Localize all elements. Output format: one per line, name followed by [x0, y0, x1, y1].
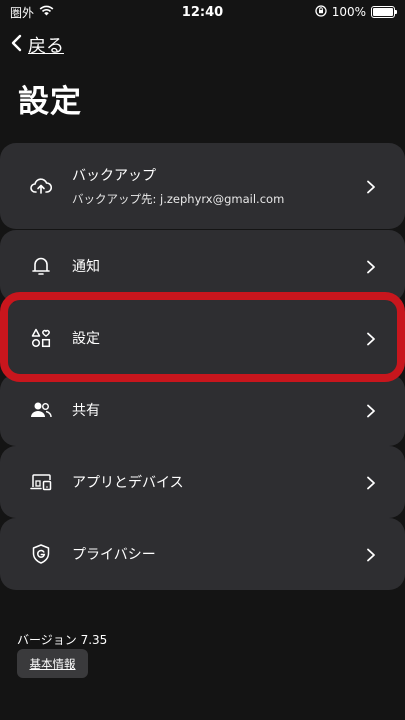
orientation-lock-icon [315, 4, 327, 20]
wifi-icon [39, 5, 54, 19]
cloud-upload-icon [30, 175, 52, 197]
version-label: バージョン 7.35 [17, 633, 108, 647]
chevron-right-icon [365, 259, 377, 274]
back-label: 戻る [28, 36, 64, 57]
page-title: 設定 [18, 84, 82, 120]
menu-item-settings[interactable]: 設定 [0, 302, 405, 374]
chevron-right-icon [365, 547, 377, 562]
devices-icon [30, 471, 52, 493]
back-button[interactable]: 戻る [10, 32, 64, 58]
menu-item-notifications[interactable]: 通知 [0, 230, 405, 302]
status-left: 圏外 [10, 4, 54, 21]
menu-item-backup[interactable]: バックアップ バックアップ先: j.zephyrx@gmail.com [0, 143, 405, 229]
menu-item-label: 通知 [72, 259, 100, 275]
carrier-label: 圏外 [10, 5, 35, 20]
shapes-icon [30, 327, 52, 349]
menu-item-label: プライバシー [72, 547, 156, 563]
status-bar: 圏外 12:40 100% [0, 0, 405, 24]
info-button[interactable]: 基本情報 [17, 649, 88, 678]
chevron-right-icon [365, 403, 377, 418]
status-right: 100% [315, 4, 397, 20]
menu-item-apps-devices[interactable]: アプリとデバイス [0, 446, 405, 518]
battery-icon [371, 6, 397, 18]
chevron-right-icon [365, 179, 377, 194]
battery-fill [373, 8, 393, 16]
shield-g-icon [30, 543, 52, 565]
bell-icon [30, 255, 52, 277]
chevron-left-icon [10, 34, 22, 57]
menu-item-label: アプリとデバイス [72, 475, 184, 491]
chevron-right-icon [365, 475, 377, 490]
menu-item-label: 共有 [72, 403, 100, 419]
menu-item-sharing[interactable]: 共有 [0, 374, 405, 446]
chevron-right-icon [365, 331, 377, 346]
menu-item-privacy[interactable]: プライバシー [0, 518, 405, 590]
menu-item-subtitle: バックアップ先: j.zephyrx@gmail.com [72, 192, 285, 206]
menu-item-label: 設定 [72, 331, 100, 347]
menu-item-label: バックアップ [72, 168, 156, 184]
people-icon [30, 399, 52, 421]
battery-percent: 100% [331, 5, 366, 19]
